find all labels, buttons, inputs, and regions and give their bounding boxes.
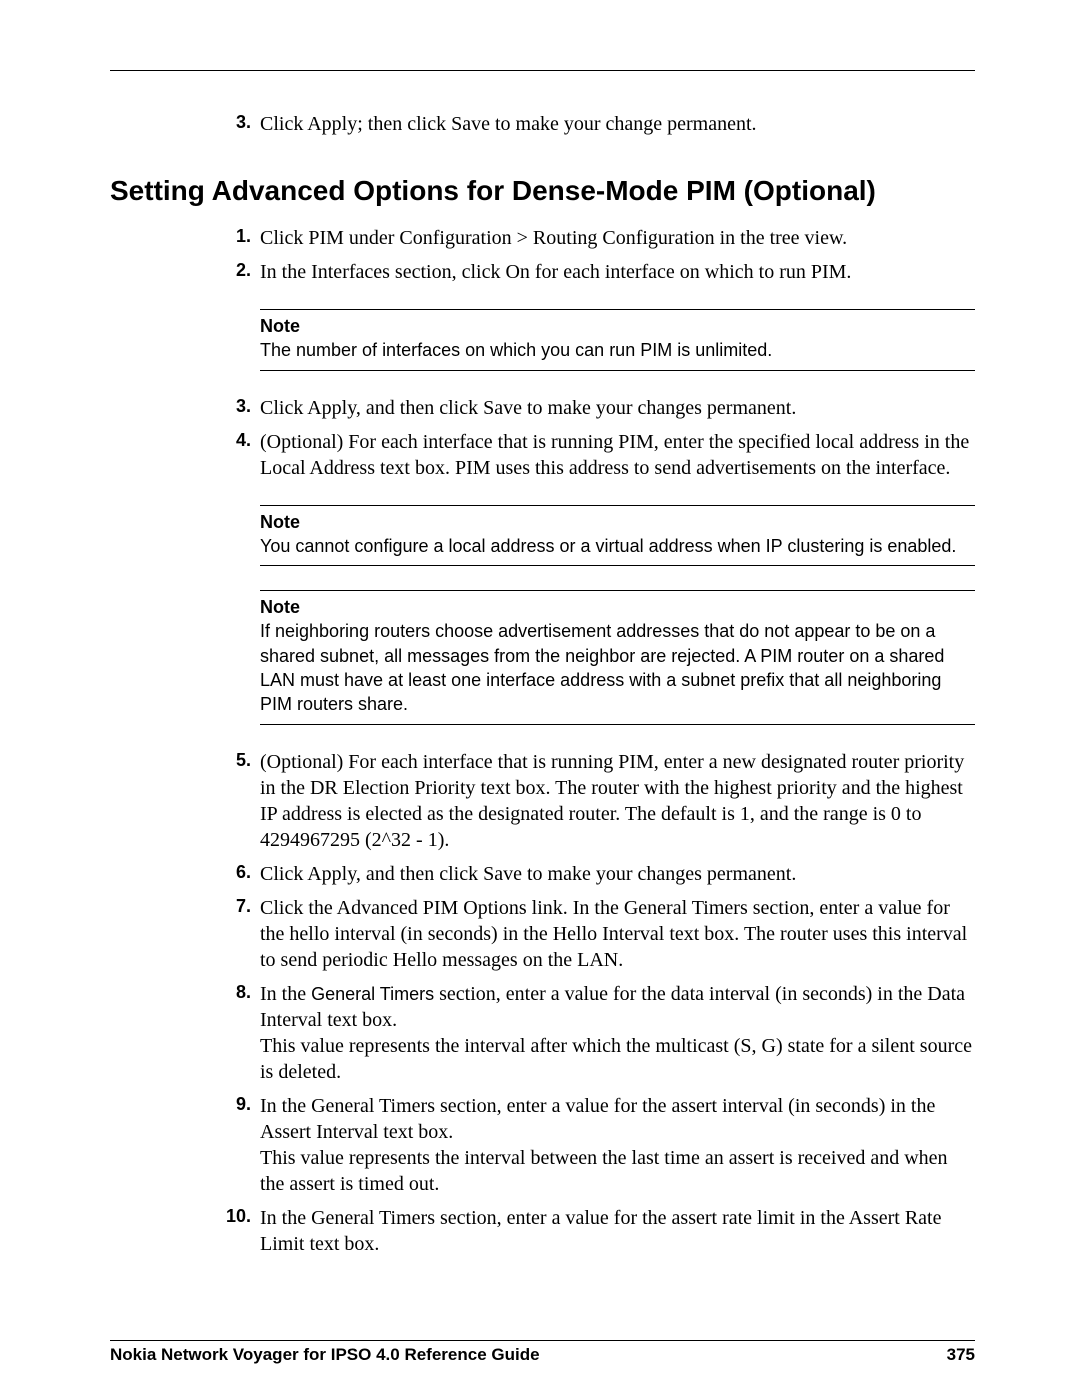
- step-num: 6.: [215, 861, 251, 884]
- step-10: 10. In the General Timers section, enter…: [240, 1205, 975, 1257]
- note-body: If neighboring routers choose advertisem…: [260, 619, 975, 716]
- step-text: Click the Advanced PIM Options link. In …: [260, 897, 967, 971]
- pre-step-3: 3. Click Apply; then click Save to make …: [240, 111, 975, 137]
- note-body: You cannot configure a local address or …: [260, 534, 975, 558]
- step-8: 8. In the General Timers section, enter …: [240, 981, 975, 1085]
- step-num: 4.: [215, 429, 251, 452]
- step-5: 5. (Optional) For each interface that is…: [240, 749, 975, 853]
- step-text: (Optional) For each interface that is ru…: [260, 751, 964, 851]
- pre-steps: 3. Click Apply; then click Save to make …: [215, 111, 975, 137]
- step-text: (Optional) For each interface that is ru…: [260, 431, 969, 479]
- step-num: 2.: [215, 259, 251, 282]
- footer-row: Nokia Network Voyager for IPSO 4.0 Refer…: [110, 1345, 975, 1365]
- section-heading: Setting Advanced Options for Dense-Mode …: [110, 175, 975, 207]
- t: This value represents the interval after…: [260, 1035, 972, 1083]
- step-text: Click Apply, and then click Save to make…: [260, 397, 796, 419]
- step-text: Click Apply, and then click Save to make…: [260, 863, 796, 885]
- footer: Nokia Network Voyager for IPSO 4.0 Refer…: [110, 1340, 975, 1365]
- t: In the General Timers section, enter a v…: [260, 1095, 935, 1143]
- step-7: 7. Click the Advanced PIM Options link. …: [240, 895, 975, 973]
- top-rule: [110, 70, 975, 71]
- note-3: Note If neighboring routers choose adver…: [260, 590, 975, 724]
- step-num: 10.: [215, 1205, 251, 1228]
- note-2: Note You cannot configure a local addres…: [260, 505, 975, 567]
- step-num: 8.: [215, 981, 251, 1004]
- step-num: 9.: [215, 1093, 251, 1116]
- step-9: 9. In the General Timers section, enter …: [240, 1093, 975, 1197]
- t: In the: [260, 983, 311, 1005]
- t: This value represents the interval betwe…: [260, 1147, 948, 1195]
- step-num: 1.: [215, 225, 251, 248]
- note-1: Note The number of interfaces on which y…: [260, 309, 975, 371]
- step-text: Click PIM under Configuration > Routing …: [260, 227, 847, 249]
- note-title: Note: [260, 510, 975, 534]
- t: General Timers: [311, 984, 439, 1004]
- step-text: In the General Timers section, enter a v…: [260, 1095, 948, 1195]
- note-title: Note: [260, 314, 975, 338]
- step-3: 3. Click Apply, and then click Save to m…: [240, 395, 975, 421]
- main-steps: 1. Click PIM under Configuration > Routi…: [215, 225, 975, 1257]
- step-text: Click Apply; then click Save to make you…: [260, 113, 757, 135]
- page: 3. Click Apply; then click Save to make …: [0, 0, 1080, 1397]
- note-title: Note: [260, 595, 975, 619]
- step-num: 3.: [215, 111, 251, 134]
- step-6: 6. Click Apply, and then click Save to m…: [240, 861, 975, 887]
- footer-left: Nokia Network Voyager for IPSO 4.0 Refer…: [110, 1345, 540, 1365]
- step-text: In the General Timers section, enter a v…: [260, 983, 972, 1083]
- step-text: In the General Timers section, enter a v…: [260, 1207, 941, 1255]
- step-num: 7.: [215, 895, 251, 918]
- step-num: 5.: [215, 749, 251, 772]
- step-num: 3.: [215, 395, 251, 418]
- note-body: The number of interfaces on which you ca…: [260, 338, 975, 362]
- step-1: 1. Click PIM under Configuration > Routi…: [240, 225, 975, 251]
- footer-rule: [110, 1340, 975, 1341]
- footer-page-number: 375: [947, 1345, 975, 1365]
- step-2: 2. In the Interfaces section, click On f…: [240, 259, 975, 285]
- step-4: 4. (Optional) For each interface that is…: [240, 429, 975, 481]
- step-text: In the Interfaces section, click On for …: [260, 261, 851, 283]
